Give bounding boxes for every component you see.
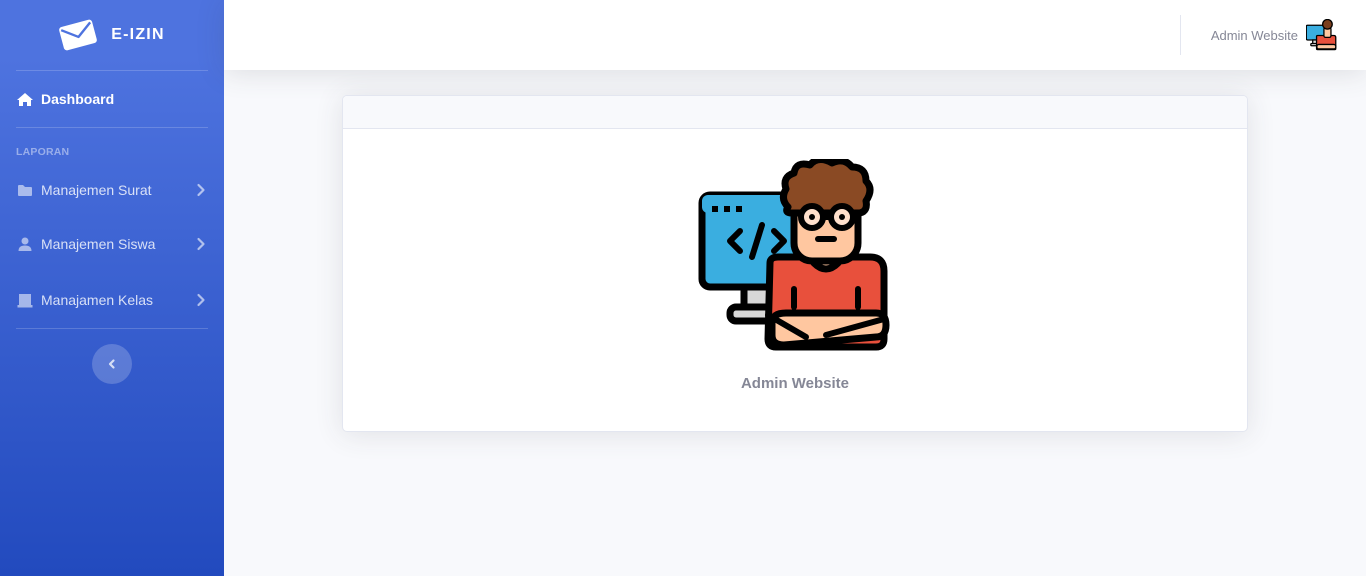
user-name: Admin Website <box>1210 27 1298 43</box>
sidebar-item-manajemen-surat[interactable]: Manajemen Surat <box>0 164 224 216</box>
sidebar-divider <box>16 328 208 329</box>
user-icon <box>16 236 34 252</box>
user-dropdown-toggle[interactable]: Admin Website <box>1211 0 1338 70</box>
brand-name: E-IZIN <box>111 26 165 43</box>
sidebar-item-manajemen-siswa[interactable]: Manajemen Siswa <box>0 216 224 272</box>
profile-card: Admin Website <box>342 95 1248 432</box>
sidebar-toggle-button[interactable] <box>92 344 132 384</box>
sidebar-item-label: Manajamen Kelas <box>41 292 154 308</box>
folder-icon <box>16 182 34 198</box>
developer-avatar-icon <box>1306 19 1337 51</box>
chevron-right-icon <box>197 183 205 197</box>
sidebar-item-dashboard[interactable]: Dashboard <box>0 71 224 127</box>
chevron-right-icon <box>197 293 205 307</box>
envelope-icon <box>59 19 98 51</box>
card-body: Admin Website <box>343 129 1247 431</box>
sidebar-heading: LAPORAN <box>16 146 70 158</box>
sidebar-item-label: Manajemen Siswa <box>41 236 156 252</box>
developer-avatar-icon <box>698 159 890 351</box>
chevron-left-icon <box>108 359 115 369</box>
card-header <box>343 96 1247 129</box>
brand-link[interactable]: E-IZIN <box>0 0 224 70</box>
sidebar: E-IZIN Dashboard LAPORAN Manajemen Surat <box>0 0 224 576</box>
topbar-divider <box>1180 15 1181 55</box>
sidebar-item-manajamen-kelas[interactable]: Manajamen Kelas <box>0 272 224 328</box>
topbar: Admin Website <box>224 0 1366 70</box>
sidebar-item-label: Dashboard <box>41 91 115 107</box>
home-icon <box>16 91 34 107</box>
chevron-right-icon <box>197 237 205 251</box>
sidebar-item-label: Manajemen Surat <box>41 182 152 198</box>
classroom-icon <box>16 292 34 308</box>
profile-name: Admin Website <box>740 375 850 392</box>
